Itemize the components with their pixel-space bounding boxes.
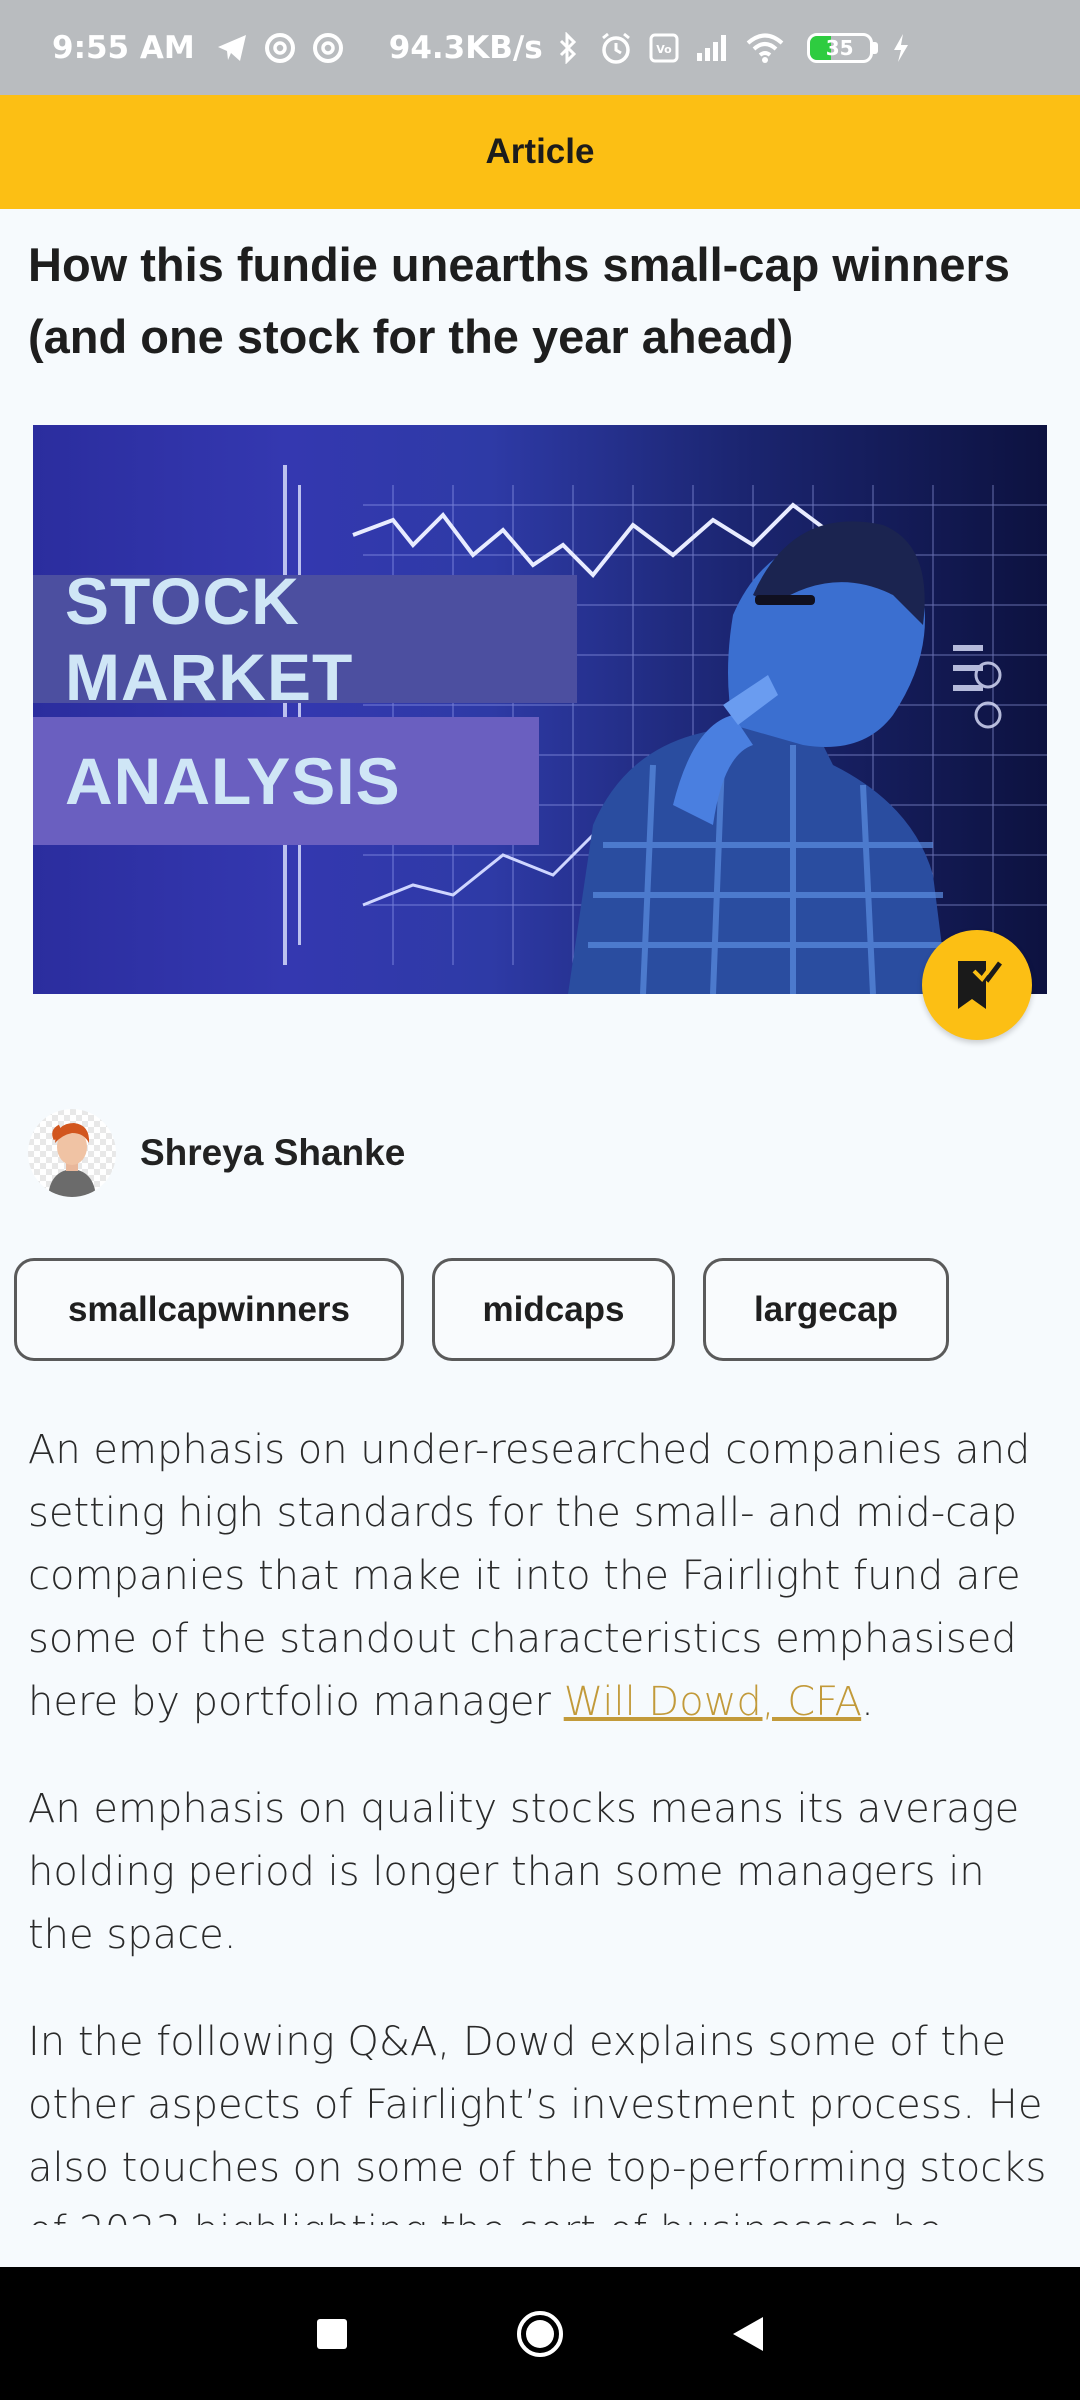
battery-icon: 35 (806, 32, 878, 63)
author-row[interactable]: Shreya Shanke (28, 1109, 405, 1197)
bluetooth-icon (551, 31, 585, 65)
recents-button[interactable] (292, 2294, 372, 2374)
wifi-icon (743, 31, 787, 65)
square-icon (317, 2318, 347, 2349)
tag-chip[interactable]: smallcapwinners (14, 1258, 404, 1361)
back-button[interactable] (708, 2294, 788, 2374)
author-profile-link[interactable]: Will Dowd, CFA (564, 1679, 861, 1725)
status-bar: 9:55 AM 94.3KB/s Vo 35 (0, 0, 1080, 95)
hero-band-1: STOCK MARKET (33, 564, 577, 714)
alarm-icon (599, 31, 633, 65)
battery-level: 35 (825, 35, 854, 60)
signal-icon (695, 31, 729, 65)
triangle-back-icon (733, 2316, 763, 2351)
app-bar: Article (0, 95, 1080, 209)
status-time: 9:55 AM (52, 29, 195, 66)
article-content[interactable]: How this fundie unearths small-cap winne… (0, 209, 1080, 2225)
home-button[interactable] (500, 2294, 580, 2374)
avatar[interactable] (28, 1109, 116, 1197)
article-paragraph: An emphasis on under-researched companie… (28, 1427, 1031, 1725)
hero-text-line1: STOCK MARKET (65, 564, 354, 714)
hero-image: STOCK MARKET ANALYSIS (33, 425, 1047, 994)
hero-text-line2: ANALYSIS (65, 744, 401, 818)
charging-icon (884, 31, 918, 65)
svg-text:Vo: Vo (656, 43, 672, 56)
bookmark-check-icon (958, 961, 1002, 1009)
at-sign-icon (311, 31, 345, 65)
at-sign-icon (263, 31, 297, 65)
network-speed: 94.3KB/s (388, 29, 543, 66)
article-paragraph: An emphasis on quality stocks means its … (28, 1786, 1020, 1958)
article-title: How this fundie unearths small-cap winne… (28, 238, 1010, 363)
volte-icon: Vo (647, 31, 681, 65)
hero-band-2: ANALYSIS (33, 717, 539, 845)
circle-icon (517, 2310, 563, 2357)
app-bar-title: Article (485, 132, 595, 171)
tag-chip[interactable]: largecap (703, 1258, 949, 1361)
navigation-bar (0, 2267, 1080, 2400)
bookmark-button[interactable] (922, 930, 1032, 1040)
telegram-icon (215, 31, 249, 65)
article-body: An emphasis on under-researched companie… (28, 1419, 1058, 2225)
article-paragraph: In the following Q&A, Dowd explains some… (28, 2019, 1047, 2225)
author-name[interactable]: Shreya Shanke (140, 1132, 405, 1174)
tag-list: smallcapwinners midcaps largecap (14, 1258, 949, 1361)
tag-chip[interactable]: midcaps (432, 1258, 675, 1361)
